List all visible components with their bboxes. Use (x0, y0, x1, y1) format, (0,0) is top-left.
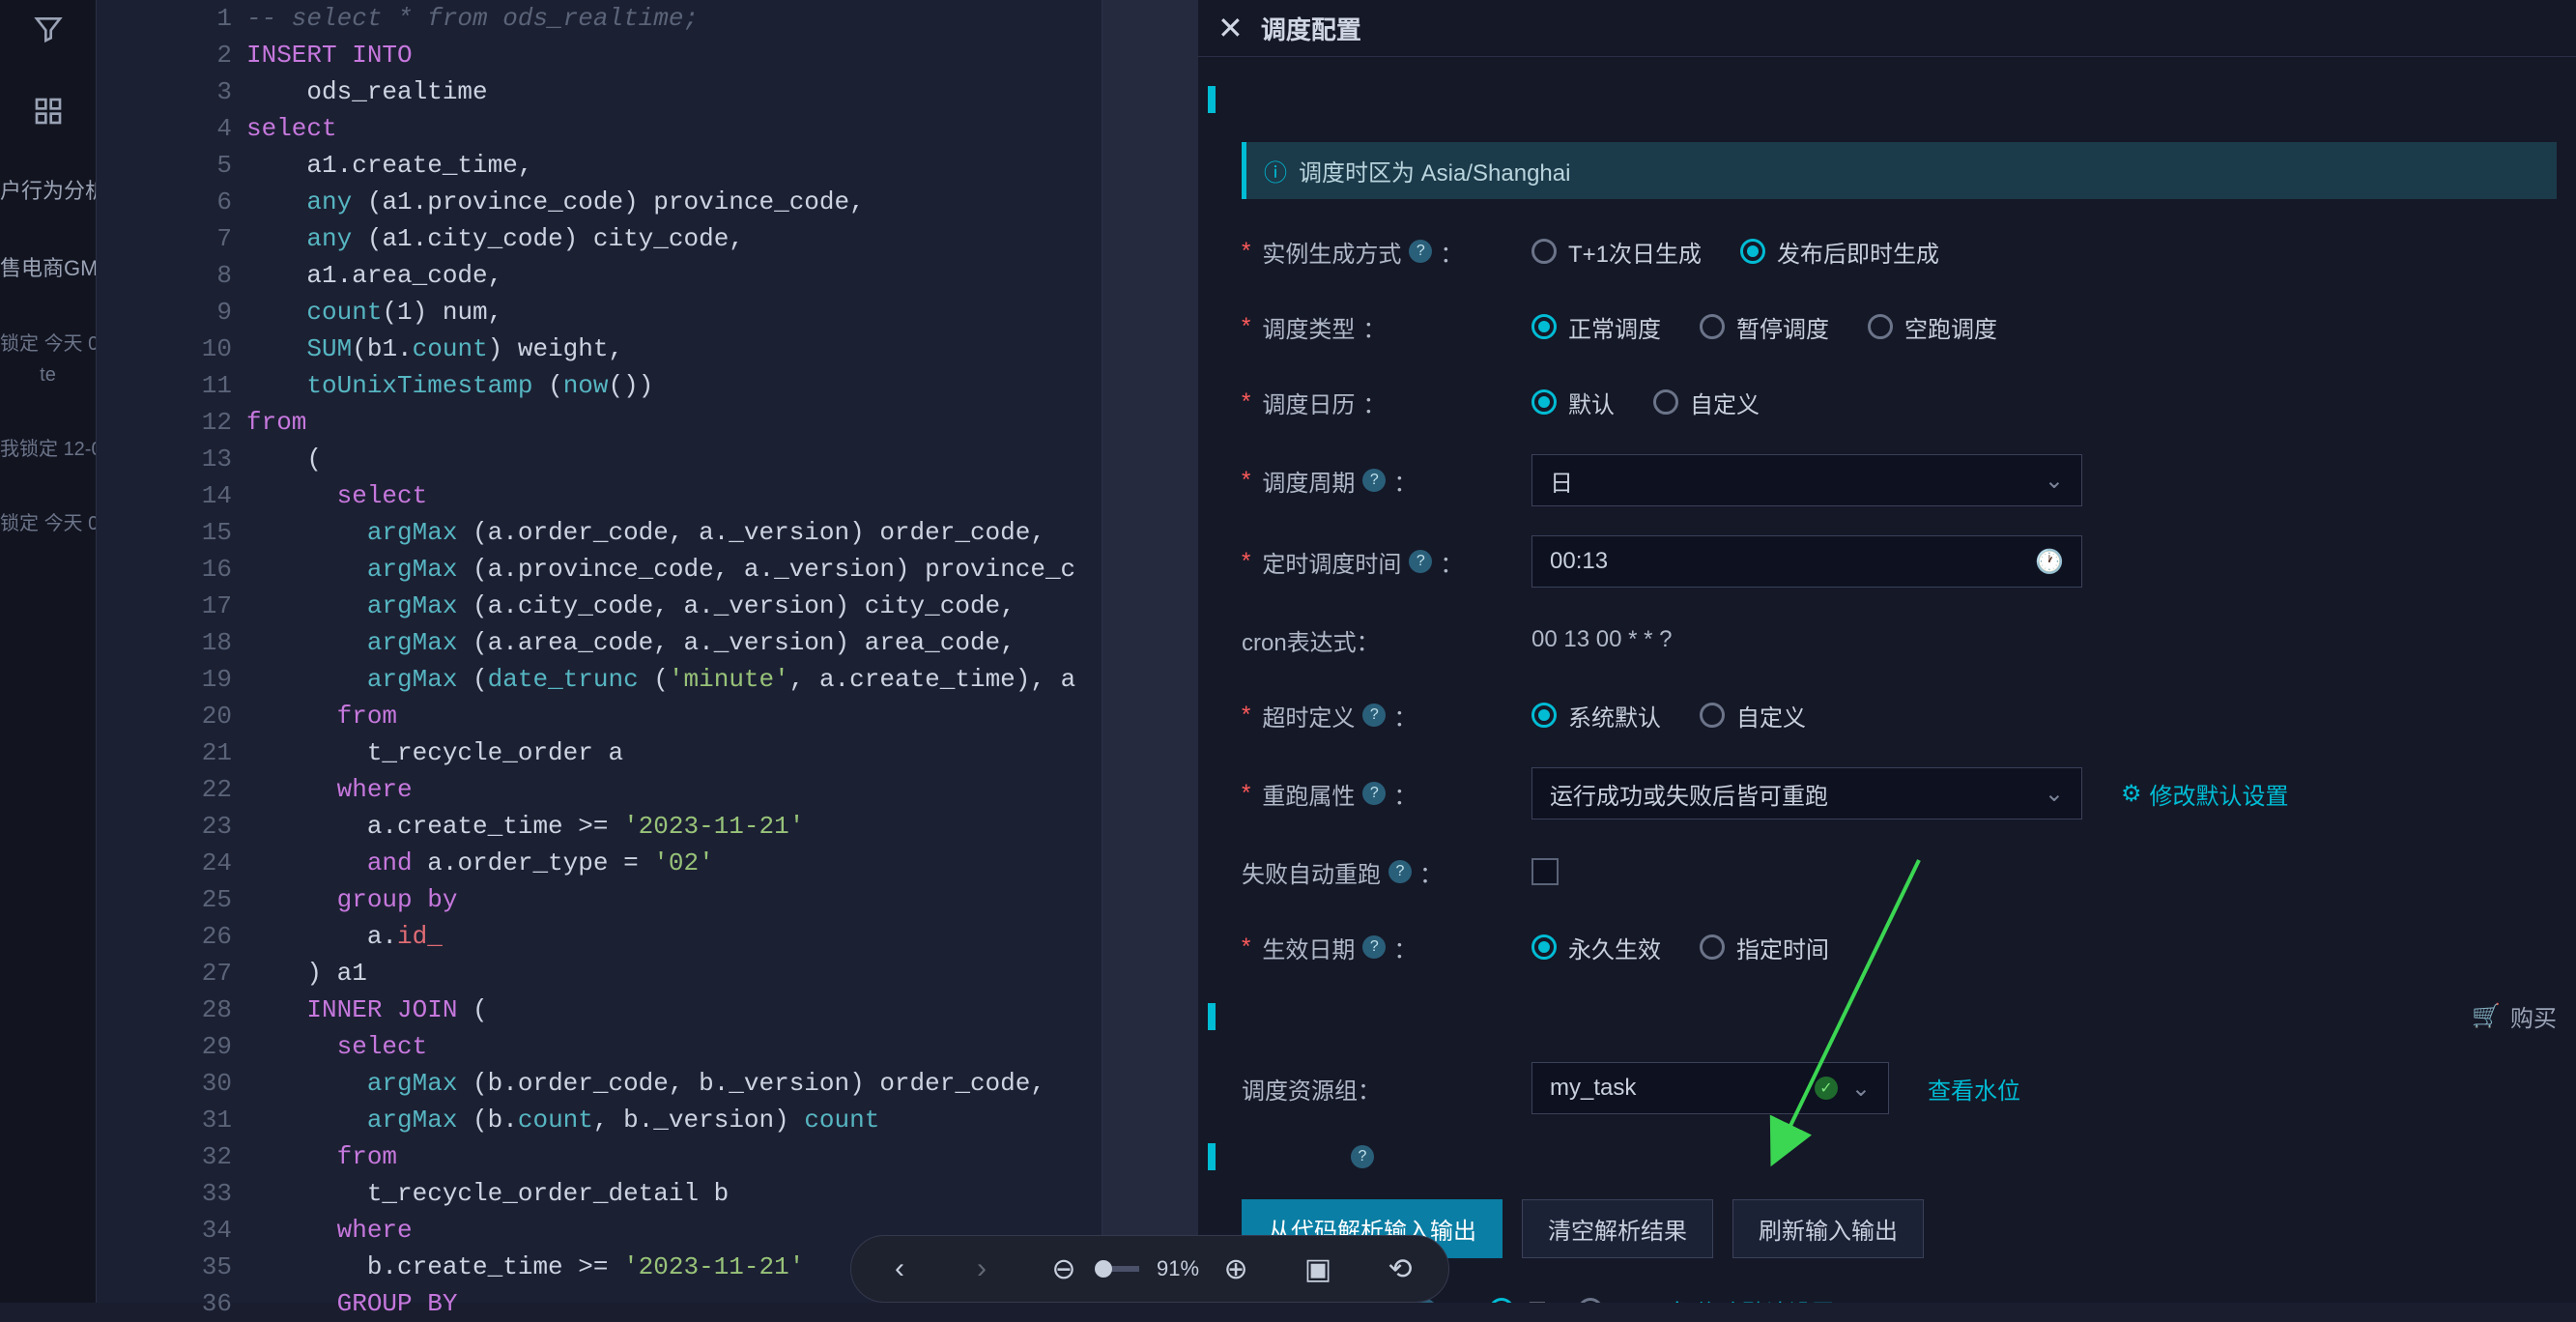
help-icon[interactable]: ? (1409, 550, 1432, 573)
btn-refresh-io[interactable]: 刷新输入输出 (1732, 1199, 1924, 1258)
chevron-down-icon: ⌄ (1851, 1075, 1871, 1103)
radio-auto-no[interactable]: 否 (1578, 1294, 1638, 1304)
cron-value: 00 13 00 * * ? (1531, 626, 1672, 653)
radio-eff-forever[interactable]: 永久生效 (1531, 931, 1661, 964)
sidebar-item-0[interactable]: 户行为分析 (0, 174, 96, 208)
radio-publish-now[interactable]: 发布后即时生成 (1740, 235, 1939, 269)
btn-clear-parse[interactable]: 清空解析结果 (1522, 1199, 1713, 1258)
label-period: 调度周期 (1262, 464, 1355, 498)
section-marker (1208, 1003, 1216, 1030)
label-instance-gen: 实例生成方式 (1262, 235, 1401, 269)
label-effective: 生效日期 (1262, 931, 1355, 964)
help-icon[interactable]: ? (1362, 782, 1386, 805)
code-content[interactable]: -- select * from ods_realtime;INSERT INT… (246, 0, 1102, 1303)
minimap[interactable] (1102, 0, 1198, 1303)
info-icon: ⓘ (1264, 154, 1287, 187)
label-sched-type: 调度类型 (1262, 310, 1355, 344)
left-sidebar: 户行为分析 售电商GMV分 锁定 今天 00te 我锁定 12-0 锁定 今天 … (0, 0, 97, 1303)
label-rerun: 重跑属性 (1262, 777, 1355, 811)
radio-timeout-sys[interactable]: 系统默认 (1531, 699, 1661, 733)
link-modify-default-parse[interactable]: ⚙修改默认设置 (1667, 1294, 1835, 1304)
radio-normal[interactable]: 正常调度 (1531, 310, 1661, 344)
close-icon[interactable]: ✕ (1217, 10, 1244, 46)
select-rerun[interactable]: 运行成功或失败后皆可重跑⌄ (1531, 767, 2082, 819)
line-gutter: 1234567891011121314151617181920212223242… (97, 0, 246, 1303)
link-view-watermark[interactable]: 查看水位 (1928, 1072, 2020, 1106)
section-marker (1208, 86, 1216, 113)
filter-icon[interactable] (24, 10, 72, 48)
label-sched-time: 定时调度时间 (1262, 545, 1401, 579)
code-editor[interactable]: 1234567891011121314151617181920212223242… (97, 0, 1198, 1303)
chevron-down-icon: ⌄ (2045, 467, 2064, 495)
zoom-out-icon[interactable]: ⊖ (1045, 1250, 1083, 1288)
panel-header: ✕ 调度配置 (1198, 0, 2576, 57)
select-period[interactable]: 日⌄ (1531, 454, 2082, 506)
sidebar-group-3[interactable]: 锁定 今天 00 (0, 508, 96, 539)
help-icon[interactable]: ? (1388, 860, 1412, 883)
panel-title: 调度配置 (1261, 11, 1361, 46)
schedule-config-panel: ✕ 调度配置 ⓘ 调度时区为 Asia/Shanghai *实例生成方式 ?： … (1198, 0, 2576, 1303)
cart-icon[interactable]: 🛒 (2472, 1002, 2501, 1030)
radio-dryrun[interactable]: 空跑调度 (1868, 310, 1997, 344)
help-icon[interactable]: ? (1362, 935, 1386, 959)
label-timeout: 超时定义 (1262, 699, 1355, 733)
help-icon[interactable]: ? (1362, 469, 1386, 492)
status-ok-icon: ✓ (1815, 1077, 1838, 1100)
gear-icon: ⚙ (1667, 1297, 1688, 1304)
link-modify-default[interactable]: ⚙修改默认设置 (2121, 777, 2289, 811)
label-auto-rerun: 失败自动重跑 (1242, 855, 1381, 889)
section-marker (1208, 1143, 1216, 1170)
radio-cal-custom[interactable]: 自定义 (1653, 386, 1760, 419)
select-resource-group[interactable]: my_task ✓⌄ (1531, 1062, 1889, 1114)
next-icon: › (962, 1250, 1001, 1288)
viewer-toolbar: ‹ › ⊖ 91% ⊕ ▣ ⟲ (850, 1235, 1449, 1303)
label-resource: 调度资源组： (1242, 1072, 1381, 1106)
rotate-icon[interactable]: ⟲ (1381, 1250, 1419, 1288)
timezone-notice: ⓘ 调度时区为 Asia/Shanghai (1242, 142, 2557, 199)
radio-t1[interactable]: T+1次日生成 (1531, 235, 1702, 269)
gear-icon: ⚙ (2121, 780, 2142, 808)
checkbox-auto-rerun[interactable] (1531, 858, 1559, 885)
sidebar-item-1[interactable]: 售电商GMV分 (0, 251, 96, 285)
radio-eff-range[interactable]: 指定时间 (1700, 931, 1829, 964)
radio-pause[interactable]: 暂停调度 (1700, 310, 1829, 344)
zoom-slider[interactable] (1101, 1266, 1139, 1272)
zoom-value: 91% (1157, 1256, 1199, 1281)
sidebar-group-2[interactable]: 我锁定 12-0 (0, 434, 96, 465)
fit-icon[interactable]: ▣ (1299, 1250, 1337, 1288)
help-icon[interactable]: ? (1409, 240, 1432, 263)
help-icon[interactable]: ? (1351, 1145, 1374, 1168)
label-cron: cron表达式： (1242, 623, 1380, 657)
radio-auto-yes[interactable]: 是 (1489, 1294, 1549, 1304)
clock-icon: 🕐 (2035, 548, 2064, 576)
sidebar-group-1[interactable]: 锁定 今天 00te (0, 329, 96, 390)
radio-cal-default[interactable]: 默认 (1531, 386, 1615, 419)
grid-icon[interactable] (24, 92, 72, 130)
label-calendar: 调度日历 (1262, 386, 1355, 419)
help-icon[interactable]: ? (1362, 704, 1386, 727)
prev-icon[interactable]: ‹ (880, 1250, 919, 1288)
radio-timeout-custom[interactable]: 自定义 (1700, 699, 1806, 733)
input-sched-time[interactable]: 00:13🕐 (1531, 535, 2082, 588)
chevron-down-icon: ⌄ (2045, 780, 2064, 808)
zoom-in-icon[interactable]: ⊕ (1216, 1250, 1255, 1288)
